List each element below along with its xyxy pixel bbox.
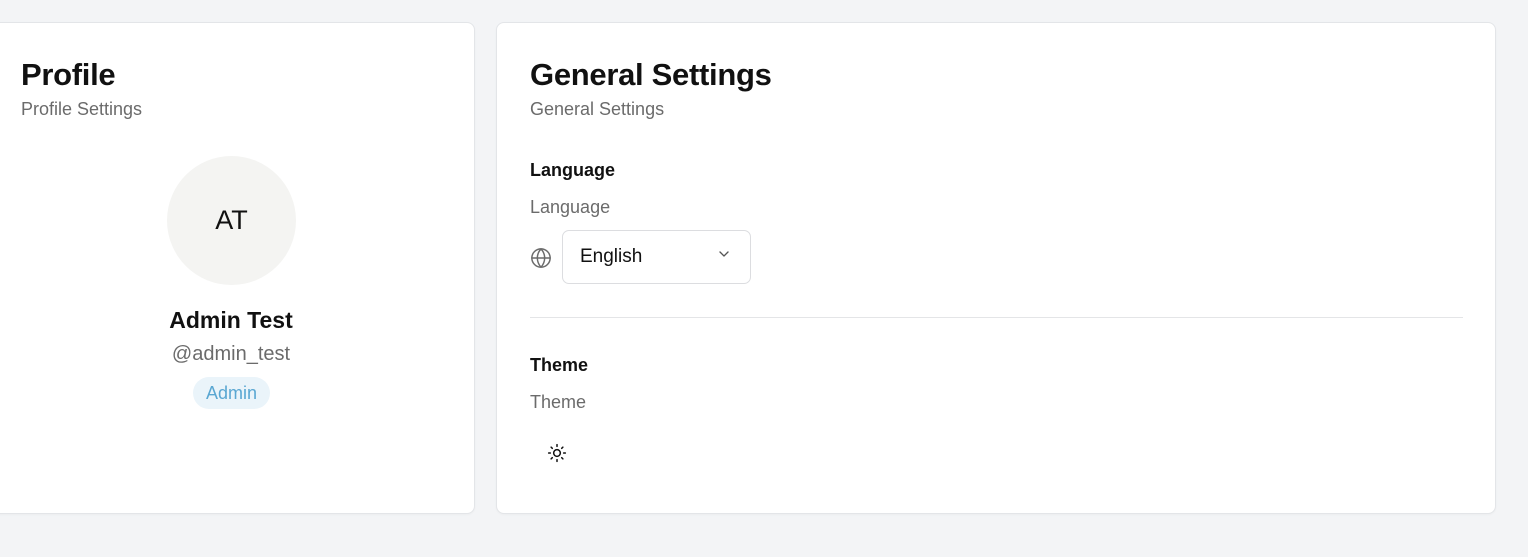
language-description: Language: [530, 197, 611, 217]
globe-icon: [530, 247, 552, 269]
divider: [530, 317, 1463, 318]
settings-title: General Settings: [530, 57, 772, 92]
profile-username: @admin_test: [171, 343, 291, 365]
avatar: AT: [167, 156, 296, 285]
profile-title: Profile: [21, 57, 116, 92]
language-select[interactable]: English: [562, 230, 751, 284]
chevron-down-icon: [716, 246, 732, 268]
language-label: Language: [530, 160, 616, 180]
profile-card: Profile Profile Settings AT Admin Test @…: [0, 22, 475, 514]
theme-description: Theme: [530, 392, 587, 412]
theme-label: Theme: [530, 355, 589, 375]
sun-icon: [547, 443, 567, 468]
avatar-initials: AT: [215, 205, 248, 235]
general-settings-card: General Settings General Settings Langua…: [496, 22, 1496, 514]
profile-name: Admin Test: [169, 307, 293, 333]
role-badge: Admin: [193, 377, 270, 409]
language-select-value: English: [580, 246, 643, 267]
profile-subtitle: Profile Settings: [21, 99, 143, 119]
theme-toggle-button[interactable]: [537, 437, 577, 473]
settings-subtitle: General Settings: [530, 99, 665, 119]
